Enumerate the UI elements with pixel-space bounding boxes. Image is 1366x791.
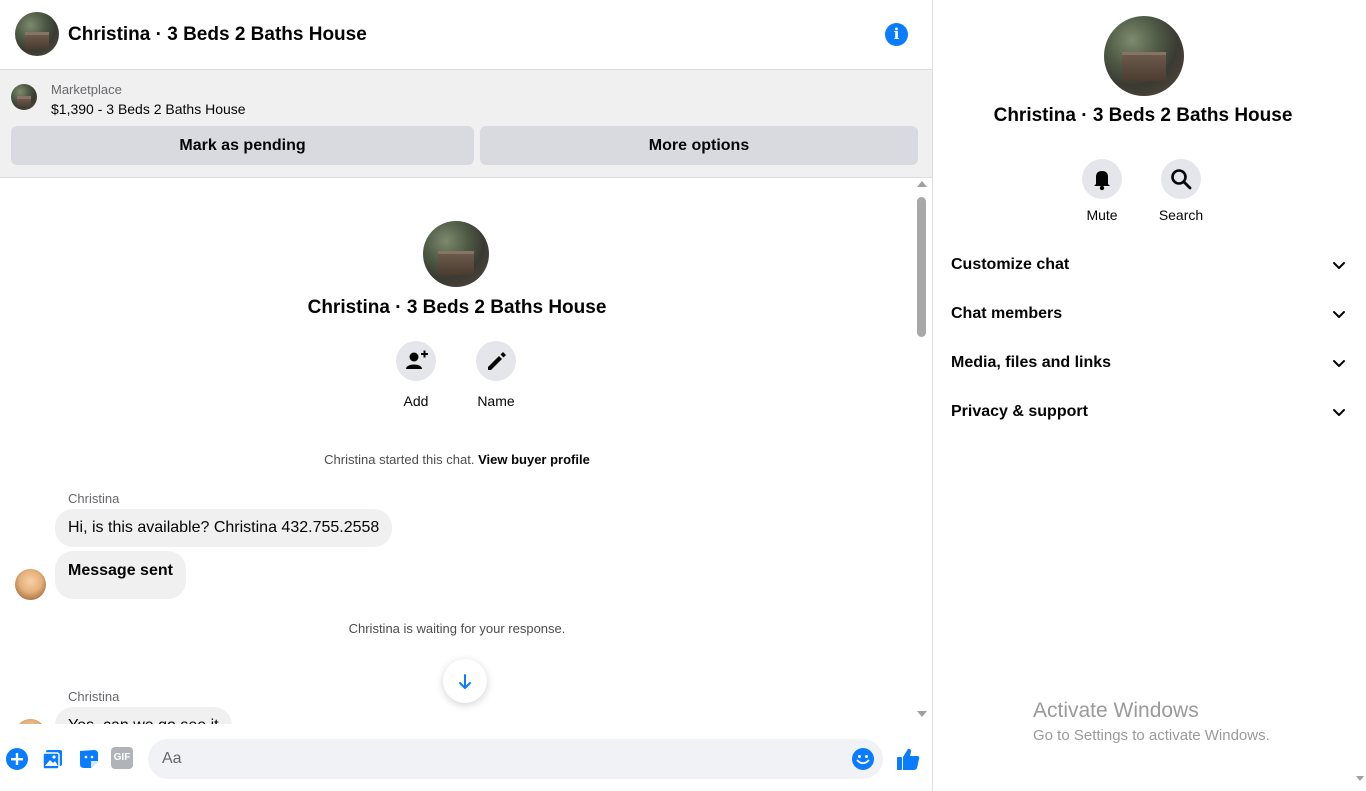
section-chat-members[interactable]: Chat members (951, 294, 1347, 334)
scroll-thumb[interactable] (917, 197, 926, 337)
activate-windows-title: Activate Windows (1033, 699, 1199, 722)
mute-label: Mute (1086, 207, 1118, 223)
marketplace-label: Marketplace (51, 82, 122, 97)
conversation-avatar (423, 221, 489, 287)
message-sender: Christina (68, 689, 120, 704)
chat-title[interactable]: Christina · 3 Beds 2 Baths House (68, 24, 367, 46)
listing-title[interactable]: $1,390 - 3 Beds 2 Baths House (51, 101, 246, 117)
gif-icon[interactable]: GIF (111, 747, 135, 771)
scroll-up-arrow[interactable] (917, 181, 927, 187)
chevron-down-icon (1333, 262, 1345, 269)
page-scrollbar[interactable] (1354, 0, 1366, 791)
conversation-title: Christina · 3 Beds 2 Baths House (307, 297, 607, 318)
message-bubble[interactable]: Hi, is this available? Christina 432.755… (55, 509, 393, 547)
bell-icon (1082, 159, 1122, 199)
name-label: Name (477, 393, 515, 409)
view-buyer-profile-link[interactable]: View buyer profile (478, 452, 590, 467)
gif-label: GIF (111, 747, 133, 769)
section-privacy-support[interactable]: Privacy & support (951, 392, 1347, 432)
chat-header: Christina · 3 Beds 2 Baths House i (0, 0, 932, 70)
waiting-note: Christina is waiting for your response. (348, 621, 566, 636)
chevron-down-icon (1333, 360, 1345, 367)
chat-info-panel: Christina · 3 Beds 2 Baths House Mute Se… (932, 0, 1366, 791)
scroll-down-arrow[interactable] (917, 711, 927, 717)
image-icon[interactable] (41, 747, 65, 771)
sender-avatar[interactable] (15, 719, 46, 724)
section-customize-chat[interactable]: Customize chat (951, 245, 1347, 285)
listing-thumbnail[interactable] (11, 84, 37, 110)
chevron-down-icon (1333, 409, 1345, 416)
chat-avatar[interactable] (15, 12, 59, 56)
scroll-to-bottom-button[interactable] (443, 659, 487, 703)
chat-started-note: Christina started this chat. View buyer … (0, 452, 914, 467)
sticker-icon[interactable] (77, 747, 101, 771)
info-avatar (1104, 16, 1184, 96)
pencil-icon (476, 341, 516, 381)
section-media-files-links[interactable]: Media, files and links (951, 343, 1347, 383)
mute-button[interactable]: Mute (1072, 159, 1132, 223)
message-list[interactable]: Christina · 3 Beds 2 Baths House Add Nam… (0, 179, 914, 724)
add-person-icon (396, 341, 436, 381)
section-label: Chat members (951, 305, 1063, 322)
message-input[interactable] (148, 739, 883, 779)
message-sender: Christina (68, 491, 120, 506)
search-button[interactable]: Search (1151, 159, 1211, 223)
add-people-button[interactable]: Add (386, 341, 446, 409)
search-label: Search (1158, 207, 1204, 223)
section-label: Customize chat (951, 256, 1070, 273)
thumbs-up-icon[interactable] (895, 746, 921, 772)
sender-avatar[interactable] (15, 569, 46, 600)
activate-windows-subtitle: Go to Settings to activate Windows. (1033, 727, 1270, 744)
section-label: Media, files and links (951, 354, 1112, 371)
mark-as-pending-button[interactable]: Mark as pending (11, 126, 474, 165)
search-icon (1161, 159, 1201, 199)
name-chat-button[interactable]: Name (466, 341, 526, 409)
arrow-down-icon (459, 673, 471, 689)
message-bubble[interactable]: Message sent (55, 551, 186, 599)
message-bubble[interactable]: Yes, can we go see it (55, 707, 232, 724)
add-label: Add (403, 393, 429, 409)
marketplace-panel: Marketplace $1,390 - 3 Beds 2 Baths Hous… (0, 70, 932, 178)
chevron-down-icon (1333, 311, 1345, 318)
section-label: Privacy & support (951, 403, 1088, 420)
plus-icon[interactable] (5, 747, 29, 771)
composer: GIF (0, 730, 932, 791)
info-title: Christina · 3 Beds 2 Baths House (993, 105, 1293, 126)
messages-scrollbar[interactable] (914, 179, 930, 724)
scroll-down-arrow[interactable] (1356, 776, 1364, 781)
info-icon[interactable]: i (885, 23, 908, 46)
chat-pane: Christina · 3 Beds 2 Baths House i Marke… (0, 0, 932, 791)
started-text: Christina started this chat. (324, 452, 475, 467)
more-options-button[interactable]: More options (480, 126, 918, 165)
emoji-icon[interactable] (851, 747, 875, 771)
